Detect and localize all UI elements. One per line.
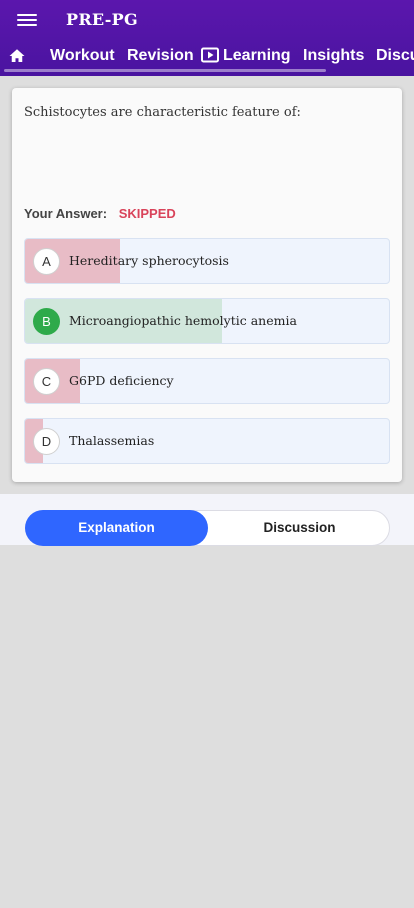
tab-revision[interactable]: Revision [127,45,194,67]
your-answer-label: Your Answer: [24,206,108,221]
option-b-letter: B [33,308,60,335]
play-video-icon [201,47,219,63]
option-c-text: G6PD deficiency [69,373,174,388]
app-title: PRE-PG [66,10,138,29]
tab-workout[interactable]: Workout [50,45,115,67]
question-card: Schistocytes are characteristic feature … [12,88,402,482]
option-c[interactable]: C G6PD deficiency [24,358,390,404]
option-d-letter: D [33,428,60,455]
option-b-text: Microangiopathic hemolytic anemia [69,313,297,328]
tab-insights[interactable]: Insights [303,45,364,67]
your-answer-status: SKIPPED [118,206,176,221]
option-b[interactable]: B Microangiopathic hemolytic anemia [24,298,390,344]
tab-learning[interactable]: Learning [201,45,291,67]
hamburger-menu-icon[interactable] [17,13,39,29]
question-text: Schistocytes are characteristic feature … [24,105,301,120]
explanation-panel: Explanation Discussion [0,494,414,546]
option-a-text: Hereditary spherocytosis [69,253,229,268]
option-a-letter: A [33,248,60,275]
app-header: PRE-PG Workout Revision Learning Insight… [0,0,414,76]
explanation-tab[interactable]: Explanation [25,510,208,546]
option-a[interactable]: A Hereditary spherocytosis [24,238,390,284]
option-d-text: Thalassemias [69,433,155,448]
home-icon [9,49,25,62]
your-answer-row: Your Answer: SKIPPED [24,206,176,221]
option-d[interactable]: D Thalassemias [24,418,390,464]
nav-tabs: Workout Revision Learning Insights Discu… [0,40,414,72]
tab-home[interactable] [8,45,26,67]
discussion-tab[interactable]: Discussion [208,510,391,546]
tab-discuss[interactable]: Discuss [376,45,414,67]
tab-scroll-indicator[interactable] [4,69,326,72]
segment-control: Explanation Discussion [25,510,390,546]
tab-learning-label: Learning [223,47,291,64]
option-c-letter: C [33,368,60,395]
